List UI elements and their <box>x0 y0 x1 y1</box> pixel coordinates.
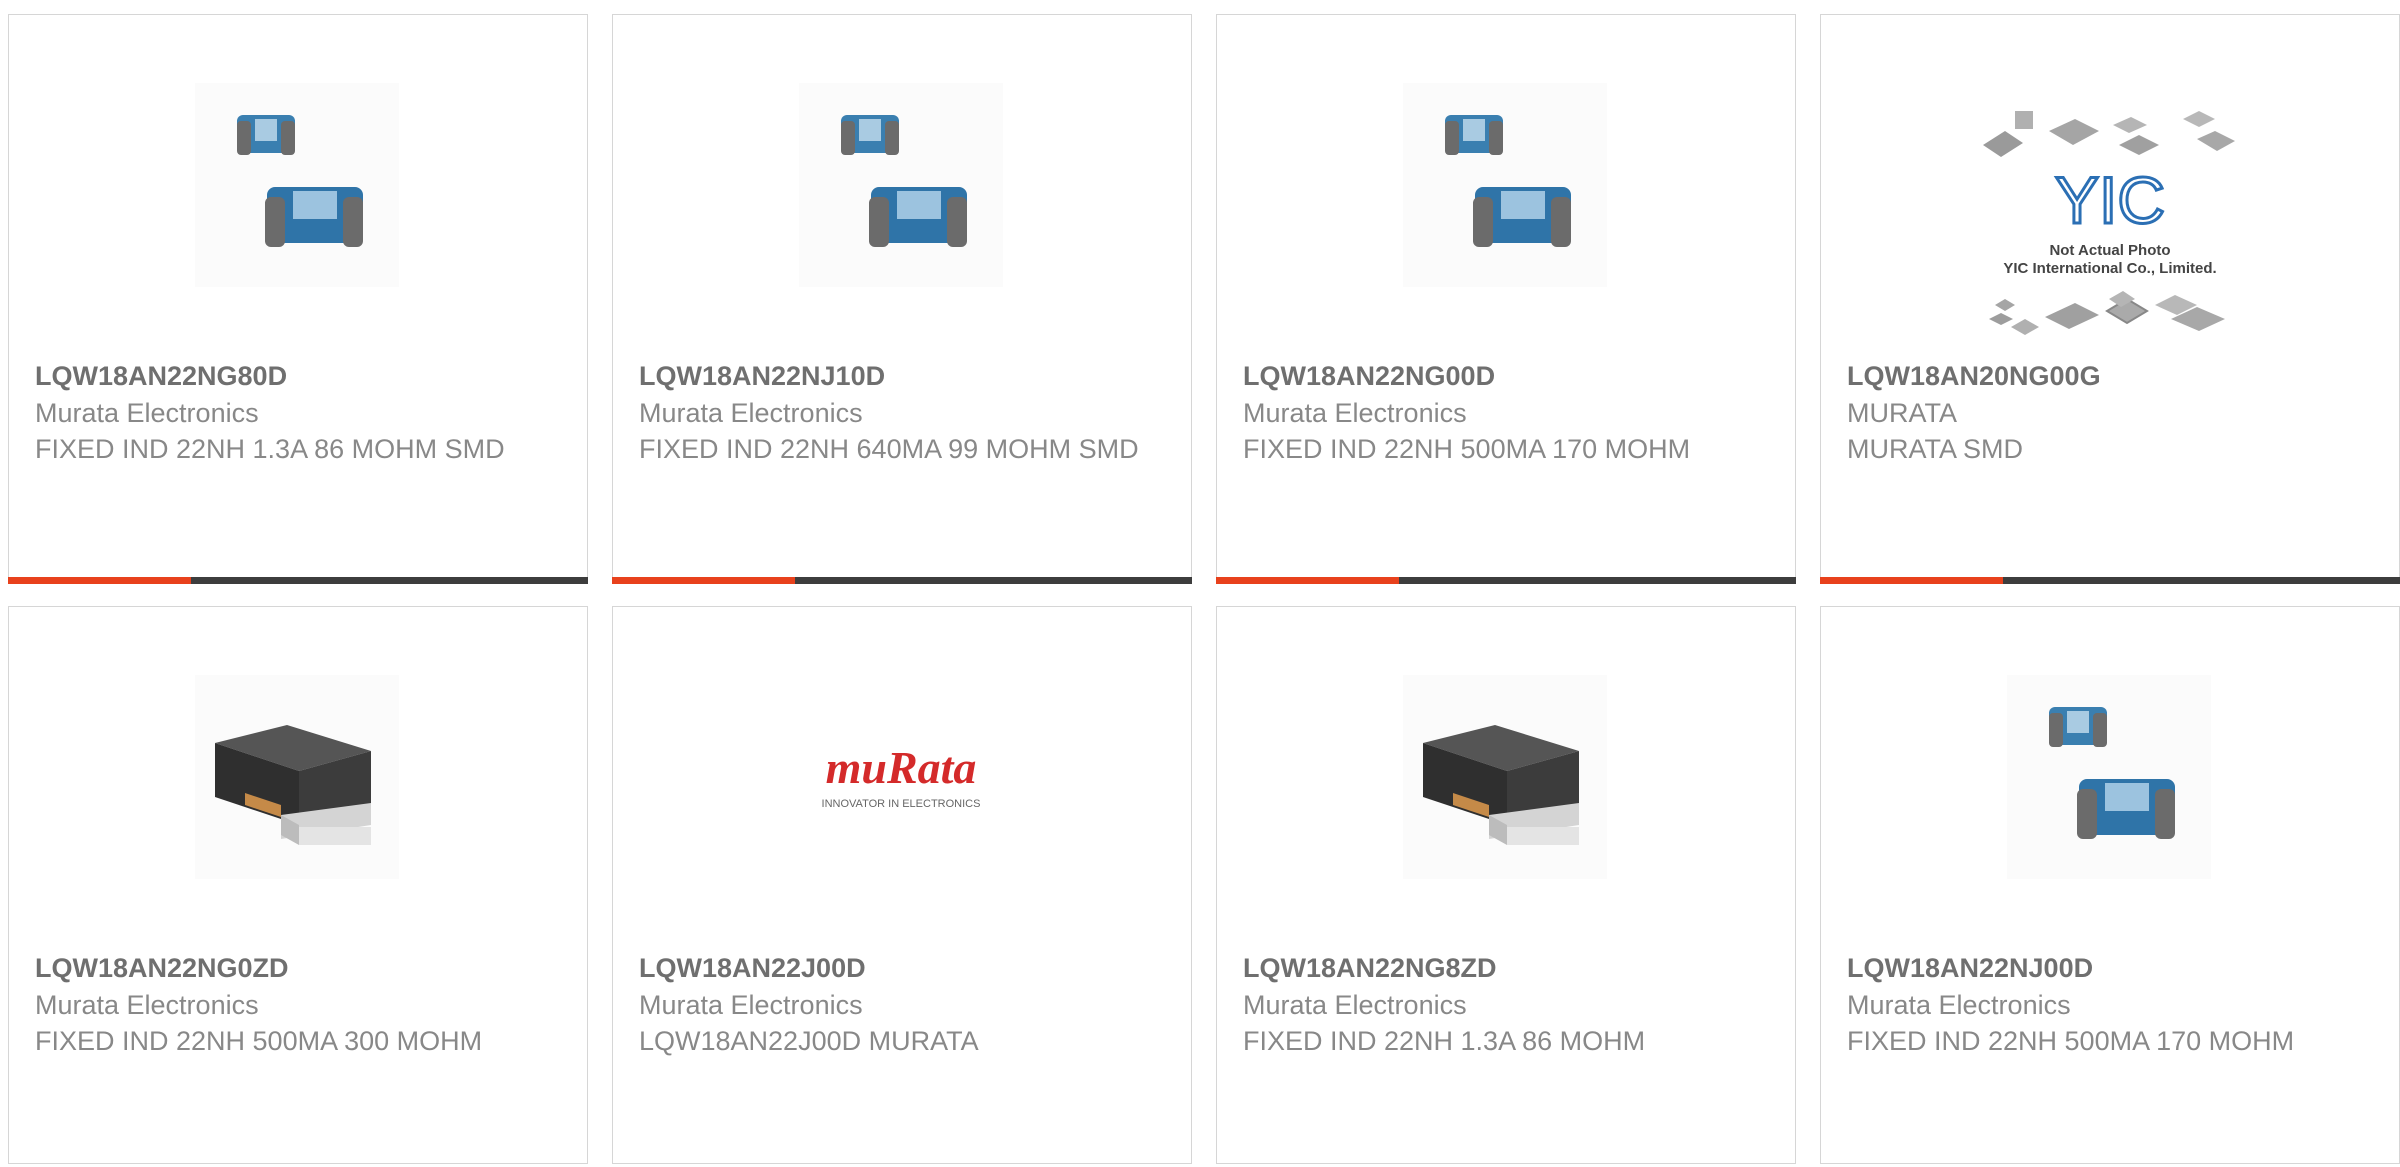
description: MURATA SMD <box>1847 434 2024 464</box>
part-number[interactable]: LQW18AN22J00D <box>639 949 1165 987</box>
product-image-blue-inductor[interactable] <box>799 83 1003 287</box>
part-number[interactable]: LQW18AN22NG8ZD <box>1243 949 1769 987</box>
product-card[interactable]: LQW18AN22NG8ZD Murata Electronics FIXED … <box>1216 606 1796 1164</box>
product-card[interactable]: LQW18AN22NJ00D Murata Electronics FIXED … <box>1820 606 2400 1164</box>
part-number[interactable]: LQW18AN22NG80D <box>35 357 561 395</box>
manufacturer: Murata Electronics <box>35 990 259 1020</box>
product-info: LQW18AN22NG80D Murata Electronics FIXED … <box>35 357 561 467</box>
product-image-blue-inductor[interactable] <box>1403 83 1607 287</box>
product-card[interactable]: LQW18AN22NG0ZD Murata Electronics FIXED … <box>8 606 588 1164</box>
description: LQW18AN22J00D MURATA <box>639 1026 979 1056</box>
product-image-blue-inductor[interactable] <box>195 83 399 287</box>
description: FIXED IND 22NH 640MA 99 MOHM SMD <box>639 434 1139 464</box>
product-card[interactable]: LQW18AN22NG80D Murata Electronics FIXED … <box>8 14 588 584</box>
description: FIXED IND 22NH 500MA 170 MOHM <box>1243 434 1691 464</box>
not-actual-photo-text: Not Actual Photo <box>2049 242 2170 259</box>
yic-logo: YIC <box>2055 163 2165 237</box>
product-info: LQW18AN22NJ10D Murata Electronics FIXED … <box>639 357 1165 467</box>
product-card[interactable]: YIC Not Actual Photo YIC International C… <box>1820 14 2400 584</box>
card-accent-bar <box>1216 577 1796 584</box>
product-info: LQW18AN22NJ00D Murata Electronics FIXED … <box>1847 949 2373 1059</box>
card-accent-bar <box>1820 577 2400 584</box>
product-info: LQW18AN22J00D Murata Electronics LQW18AN… <box>639 949 1165 1059</box>
part-number[interactable]: LQW18AN22NJ00D <box>1847 949 2373 987</box>
part-number[interactable]: LQW18AN22NG0ZD <box>35 949 561 987</box>
description: FIXED IND 22NH 500MA 170 MOHM <box>1847 1026 2295 1056</box>
part-number[interactable]: LQW18AN20NG00G <box>1847 357 2373 395</box>
manufacturer: Murata Electronics <box>1243 398 1467 428</box>
product-image-yic-placeholder[interactable]: YIC Not Actual Photo YIC International C… <box>1975 105 2245 345</box>
description: FIXED IND 22NH 500MA 300 MOHM <box>35 1026 483 1056</box>
product-card[interactable]: LQW18AN22NJ10D Murata Electronics FIXED … <box>612 14 1192 584</box>
description: FIXED IND 22NH 1.3A 86 MOHM <box>1243 1026 1646 1056</box>
manufacturer: MURATA <box>1847 398 1957 428</box>
manufacturer: Murata Electronics <box>639 398 863 428</box>
manufacturer: Murata Electronics <box>35 398 259 428</box>
product-image-black-inductor[interactable] <box>195 675 399 879</box>
product-image-black-inductor[interactable] <box>1403 675 1607 879</box>
yic-company-text: YIC International Co., Limited. <box>2003 260 2216 277</box>
manufacturer: Murata Electronics <box>639 990 863 1020</box>
card-accent-bar <box>612 577 1192 584</box>
manufacturer: Murata Electronics <box>1847 990 2071 1020</box>
description: FIXED IND 22NH 1.3A 86 MOHM SMD <box>35 434 505 464</box>
product-info: LQW18AN22NG8ZD Murata Electronics FIXED … <box>1243 949 1769 1059</box>
product-info: LQW18AN20NG00G MURATA MURATA SMD <box>1847 357 2373 467</box>
product-image-blue-inductor[interactable] <box>2007 675 2211 879</box>
product-image-murata-logo[interactable]: muRata INNOVATOR IN ELECTRONICS <box>799 675 1003 879</box>
murata-tagline: INNOVATOR IN ELECTRONICS <box>822 798 981 810</box>
product-card[interactable]: LQW18AN22NG00D Murata Electronics FIXED … <box>1216 14 1796 584</box>
card-accent-bar <box>8 577 588 584</box>
product-info: LQW18AN22NG0ZD Murata Electronics FIXED … <box>35 949 561 1059</box>
product-grid: LQW18AN22NG80D Murata Electronics FIXED … <box>8 14 2400 1164</box>
part-number[interactable]: LQW18AN22NG00D <box>1243 357 1769 395</box>
part-number[interactable]: LQW18AN22NJ10D <box>639 357 1165 395</box>
product-info: LQW18AN22NG00D Murata Electronics FIXED … <box>1243 357 1769 467</box>
product-card[interactable]: muRata INNOVATOR IN ELECTRONICS LQW18AN2… <box>612 606 1192 1164</box>
murata-logo: muRata <box>826 742 977 793</box>
manufacturer: Murata Electronics <box>1243 990 1467 1020</box>
